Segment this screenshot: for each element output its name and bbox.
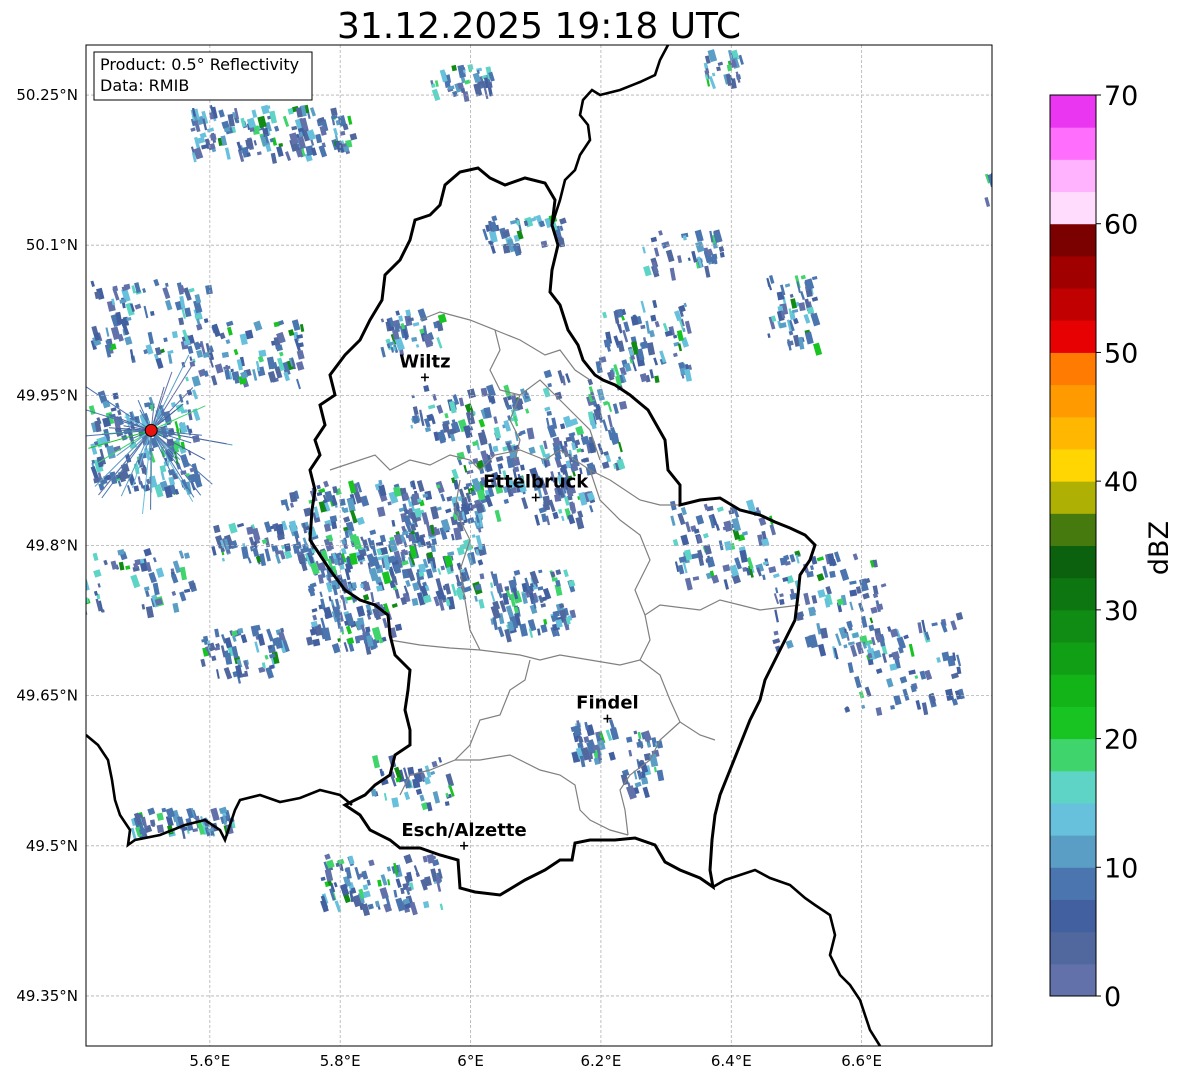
- y-tick-label: 49.95°N: [16, 386, 78, 404]
- y-tick-label: 49.5°N: [26, 837, 78, 855]
- colorbar-tick-label: 10: [1104, 853, 1138, 884]
- colorbar-segment: [1050, 384, 1096, 418]
- colorbar-segment: [1050, 191, 1096, 225]
- city-label-ettelbruck: Ettelbruck: [483, 471, 589, 492]
- colorbar-segment: [1050, 577, 1096, 611]
- x-tick-label: 6.2°E: [580, 1052, 621, 1070]
- y-tick-label: 49.35°N: [16, 987, 78, 1005]
- y-tick-label: 50.25°N: [16, 86, 78, 104]
- radar-site-marker: [144, 423, 158, 437]
- city-label-findel: Findel: [576, 693, 639, 714]
- colorbar-label: dBZ: [1144, 521, 1175, 575]
- colorbar-tick-label: 70: [1104, 81, 1138, 112]
- colorbar-segment: [1050, 288, 1096, 321]
- colorbar-segment: [1050, 159, 1096, 193]
- y-tick-label: 49.8°N: [26, 537, 78, 555]
- colorbar-segment: [1050, 127, 1096, 160]
- colorbar-segments: [1050, 95, 1096, 997]
- colorbar-segment: [1050, 513, 1096, 546]
- y-axis-ticks: 50.25°N 50.1°N 49.95°N 49.8°N 49.65°N 49…: [16, 86, 78, 1005]
- colorbar-segment: [1050, 609, 1096, 643]
- colorbar-segment: [1050, 867, 1096, 900]
- colorbar-segment: [1050, 642, 1096, 675]
- colorbar-segment: [1050, 931, 1096, 965]
- colorbar-segment: [1050, 416, 1096, 450]
- map-title: 31.12.2025 19:18 UTC: [337, 6, 741, 47]
- x-axis-ticks: 5.6°E 5.8°E 6°E 6.2°E 6.4°E 6.6°E: [189, 1052, 882, 1070]
- colorbar-segment: [1050, 255, 1096, 289]
- colorbar-segment: [1050, 320, 1096, 353]
- colorbar-segment: [1050, 802, 1096, 836]
- colorbar-tick-label: 50: [1104, 338, 1138, 369]
- colorbar-segment: [1050, 706, 1096, 740]
- x-tick-label: 6.6°E: [841, 1052, 882, 1070]
- x-tick-label: 6.4°E: [711, 1052, 752, 1070]
- colorbar: 0 10 20 30 40 50 60 70 dBZ: [1049, 81, 1175, 1013]
- x-tick-label: 5.6°E: [189, 1052, 230, 1070]
- radar-figure: 31.12.2025 19:18 UTC Wiltz Ettelbruck Fi…: [16, 6, 1175, 1070]
- colorbar-ticks: 0 10 20 30 40 50 60 70: [1096, 81, 1138, 1013]
- colorbar-segment: [1050, 223, 1096, 257]
- colorbar-segment: [1050, 448, 1096, 482]
- info-product: Product: 0.5° Reflectivity: [100, 55, 299, 74]
- y-tick-label: 49.65°N: [16, 687, 78, 705]
- colorbar-tick-label: 0: [1104, 982, 1121, 1013]
- colorbar-tick-label: 20: [1104, 725, 1138, 756]
- info-box: Product: 0.5° Reflectivity Data: RMIB: [93, 51, 313, 101]
- info-data: Data: RMIB: [100, 76, 189, 95]
- colorbar-segment: [1050, 899, 1096, 933]
- colorbar-segment: [1050, 95, 1096, 128]
- colorbar-segment: [1050, 963, 1096, 997]
- colorbar-segment: [1050, 738, 1096, 772]
- colorbar-segment: [1050, 674, 1096, 707]
- colorbar-segment: [1050, 545, 1096, 579]
- city-label-wiltz: Wiltz: [399, 351, 450, 372]
- colorbar-segment: [1050, 770, 1096, 804]
- x-tick-label: 6°E: [457, 1052, 484, 1070]
- x-tick-label: 5.8°E: [320, 1052, 361, 1070]
- colorbar-segment: [1050, 352, 1096, 386]
- y-tick-label: 50.1°N: [26, 236, 78, 254]
- city-label-esch-alzette: Esch/Alzette: [401, 820, 526, 841]
- colorbar-tick-label: 40: [1104, 467, 1138, 498]
- colorbar-tick-label: 60: [1104, 210, 1138, 241]
- colorbar-segment: [1050, 481, 1096, 514]
- colorbar-tick-label: 30: [1104, 596, 1138, 627]
- colorbar-segment: [1050, 835, 1096, 868]
